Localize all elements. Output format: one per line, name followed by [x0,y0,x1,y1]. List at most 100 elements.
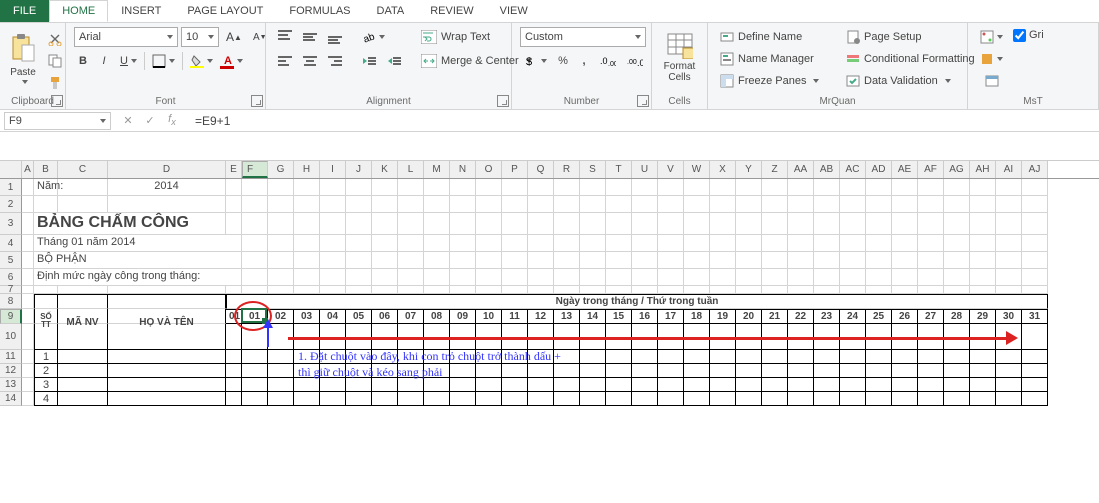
cell[interactable] [658,179,684,196]
cell[interactable] [866,196,892,213]
cell[interactable] [346,350,372,364]
cell[interactable] [22,364,34,378]
cell[interactable] [762,196,788,213]
cell[interactable] [944,392,970,406]
cell[interactable] [108,392,226,406]
cell[interactable] [22,294,34,309]
cell[interactable] [762,269,788,286]
fill-color-button[interactable] [186,51,217,71]
cell[interactable] [918,235,944,252]
cell[interactable] [424,269,450,286]
cell[interactable]: 17 [658,309,684,324]
cell[interactable] [34,294,58,309]
column-header-G[interactable]: G [268,161,294,178]
cell[interactable] [1022,235,1048,252]
cell[interactable]: 2014 [108,179,226,196]
column-header-D[interactable]: D [108,161,226,178]
cell[interactable] [502,269,528,286]
cell[interactable] [866,213,892,235]
cell[interactable] [424,213,450,235]
cell[interactable] [320,196,346,213]
cell[interactable] [684,213,710,235]
cell[interactable]: 27 [918,309,944,324]
column-header-AF[interactable]: AF [918,161,944,178]
cell[interactable] [892,378,918,392]
column-header-J[interactable]: J [346,161,372,178]
column-header-R[interactable]: R [554,161,580,178]
cell[interactable] [320,286,346,294]
cell[interactable] [632,364,658,378]
cell[interactable] [918,364,944,378]
cell[interactable] [840,269,866,286]
cell[interactable] [476,269,502,286]
cell[interactable] [762,286,788,294]
cell[interactable] [892,235,918,252]
decrease-indent-button[interactable] [358,51,380,71]
cell[interactable] [346,252,372,269]
cell[interactable] [450,286,476,294]
cell[interactable] [632,179,658,196]
cell[interactable]: 3 [34,378,58,392]
cell[interactable] [502,213,528,235]
cell[interactable] [840,378,866,392]
cell[interactable] [502,286,528,294]
cell[interactable] [320,392,346,406]
cell[interactable] [226,213,242,235]
cell[interactable] [268,252,294,269]
cell[interactable] [108,364,226,378]
cell[interactable] [398,286,424,294]
cell[interactable] [788,392,814,406]
cell[interactable] [502,364,528,378]
cell[interactable] [658,269,684,286]
cell[interactable] [372,364,398,378]
clipboard-dialog-launcher[interactable] [51,95,63,107]
row-header-1[interactable]: 1 [0,179,22,196]
cell[interactable] [242,179,268,196]
cell[interactable]: 21 [762,309,788,324]
cell[interactable] [580,179,606,196]
cell[interactable] [450,213,476,235]
cell[interactable] [320,213,346,235]
cell[interactable] [710,286,736,294]
align-center-button[interactable] [299,51,321,71]
cell[interactable] [866,350,892,364]
tab-page-layout[interactable]: PAGE LAYOUT [174,0,276,22]
cut-button[interactable] [44,29,66,49]
cell[interactable] [658,252,684,269]
cell[interactable] [944,324,970,350]
cell[interactable] [450,378,476,392]
cell[interactable]: Năm: [34,179,58,196]
cell[interactable] [866,392,892,406]
cell[interactable] [554,252,580,269]
cell[interactable] [1022,392,1048,406]
cell[interactable] [658,350,684,364]
cell[interactable] [710,324,736,350]
cell[interactable] [398,269,424,286]
column-header-S[interactable]: S [580,161,606,178]
column-header-M[interactable]: M [424,161,450,178]
cell[interactable]: 14 [580,309,606,324]
freeze-panes-button[interactable]: Freeze Panes [716,71,836,91]
cell[interactable] [684,378,710,392]
cell[interactable] [762,179,788,196]
cell[interactable] [814,378,840,392]
cell[interactable] [450,196,476,213]
cell[interactable] [372,392,398,406]
cell[interactable]: 16 [632,309,658,324]
cell[interactable] [372,324,398,350]
column-header-Y[interactable]: Y [736,161,762,178]
cell[interactable] [450,235,476,252]
cell[interactable] [944,235,970,252]
cell[interactable] [450,269,476,286]
cell[interactable] [814,350,840,364]
cell[interactable] [34,286,58,294]
cell[interactable] [892,213,918,235]
cell[interactable]: BỘ PHẬN [34,252,242,269]
cell[interactable] [242,350,268,364]
bold-button[interactable]: B [74,51,92,71]
column-header-O[interactable]: O [476,161,502,178]
cell[interactable] [580,213,606,235]
alignment-dialog-launcher[interactable] [497,95,509,107]
cell[interactable] [1022,286,1048,294]
cell[interactable] [996,179,1022,196]
